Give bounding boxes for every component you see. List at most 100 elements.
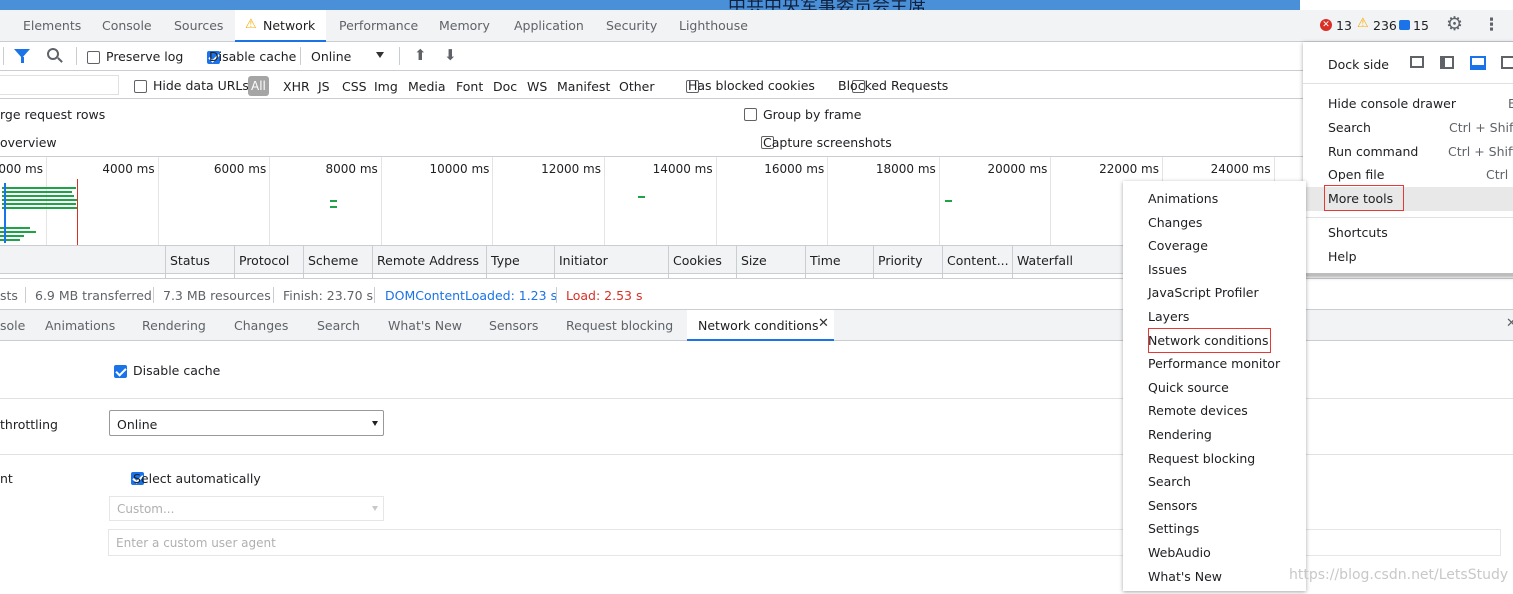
tab-memory[interactable]: Memory [439, 18, 490, 33]
custom-ua-select[interactable]: Custom... [109, 496, 384, 521]
throttle-select[interactable]: Online [311, 49, 351, 64]
column-separator[interactable] [668, 246, 669, 278]
download-icon[interactable]: ⬇ [444, 46, 457, 64]
column-header[interactable]: Initiator [559, 253, 608, 268]
menu-hide-console-drawer[interactable]: Hide console drawer E [1303, 92, 1513, 116]
type-filter-other[interactable]: Other [619, 79, 655, 94]
more-tools-item[interactable]: Changes [1123, 211, 1306, 235]
menu-run-command[interactable]: Run command Ctrl + Shift + [1303, 140, 1513, 164]
type-filter-doc[interactable]: Doc [493, 79, 517, 94]
more-tools-item[interactable]: Coverage [1123, 234, 1306, 258]
drawer-tab-network-conditions[interactable]: Network conditions ✕ [687, 310, 834, 341]
tab-lighthouse[interactable]: Lighthouse [679, 18, 748, 33]
large-rows-label[interactable]: rge request rows [0, 107, 105, 122]
more-tools-item[interactable]: Settings [1123, 517, 1306, 541]
drawer-tab-changes[interactable]: Changes [234, 318, 288, 333]
more-tools-item[interactable]: Performance monitor [1123, 352, 1306, 376]
column-separator[interactable] [486, 246, 487, 278]
menu-shortcuts[interactable]: Shortcuts [1303, 221, 1513, 245]
more-tools-item[interactable]: What's New [1123, 565, 1306, 589]
column-separator[interactable] [372, 246, 373, 278]
drawer-tab-whats-new[interactable]: What's New [388, 318, 462, 333]
column-header[interactable]: Status [170, 253, 210, 268]
column-header[interactable]: Protocol [239, 253, 289, 268]
type-filter-font[interactable]: Font [456, 79, 483, 94]
type-filter-js[interactable]: JS [318, 79, 330, 94]
more-tools-item[interactable]: JavaScript Profiler [1123, 281, 1306, 305]
throttling-select[interactable]: Online [109, 410, 384, 436]
kebab-menu-icon[interactable]: ⋮ [1483, 15, 1500, 35]
more-tools-item[interactable]: Sensors [1123, 494, 1306, 518]
type-filter-manifest[interactable]: Manifest [557, 79, 610, 94]
preserve-log-checkbox[interactable] [87, 51, 100, 64]
column-separator[interactable] [736, 246, 737, 278]
watermark: https://blog.csdn.net/LetsStudy [1289, 567, 1509, 583]
gear-icon[interactable]: ⚙ [1446, 13, 1463, 35]
dock-right-icon[interactable] [1501, 56, 1513, 69]
column-separator[interactable] [805, 246, 806, 278]
column-header[interactable]: Scheme [308, 253, 358, 268]
error-icon[interactable]: ✕ [1320, 19, 1332, 31]
type-filter-media[interactable]: Media [408, 79, 446, 94]
drawer-tab-sensors[interactable]: Sensors [489, 318, 538, 333]
tab-sources[interactable]: Sources [174, 18, 223, 33]
type-filter-img[interactable]: Img [374, 79, 398, 94]
more-tools-item[interactable]: Quick source [1123, 376, 1306, 400]
dock-bottom-icon[interactable] [1470, 56, 1486, 70]
column-header[interactable]: Cookies [673, 253, 722, 268]
column-header[interactable]: Time [810, 253, 841, 268]
tab-elements[interactable]: Elements [23, 18, 81, 33]
tab-network[interactable]: ⚠ Network [235, 10, 326, 42]
type-filter-css[interactable]: CSS [342, 79, 367, 94]
tab-application[interactable]: Application [514, 18, 584, 33]
drawer-tab-rendering[interactable]: Rendering [142, 318, 206, 333]
type-filter-ws[interactable]: WS [527, 79, 547, 94]
column-header[interactable]: Waterfall [1017, 253, 1073, 268]
drawer-tab-search[interactable]: Search [317, 318, 360, 333]
type-filter-xhr[interactable]: XHR [283, 79, 310, 94]
timeline-gridline [1050, 157, 1052, 245]
timeline-marker [4, 183, 6, 243]
column-separator[interactable] [165, 246, 166, 278]
column-header[interactable]: Content... [947, 253, 1009, 268]
tab-console[interactable]: Console [102, 18, 152, 33]
more-tools-item[interactable]: Search [1123, 470, 1306, 494]
column-header[interactable]: Remote Address [377, 253, 479, 268]
more-tools-item[interactable]: Layers [1123, 305, 1306, 329]
column-separator[interactable] [234, 246, 235, 278]
close-icon[interactable]: ✕ [818, 316, 829, 331]
filter-input[interactable] [0, 75, 119, 95]
more-tools-item[interactable]: Remote devices [1123, 399, 1306, 423]
group-by-frame-checkbox[interactable] [744, 108, 757, 121]
drawer-tab-console[interactable]: sole [0, 318, 25, 333]
menu-help[interactable]: Help [1303, 245, 1513, 269]
type-filter-all[interactable]: All [248, 76, 269, 96]
dock-left-icon[interactable] [1440, 56, 1454, 69]
column-separator[interactable] [942, 246, 943, 278]
more-tools-item[interactable]: Request blocking [1123, 447, 1306, 471]
more-tools-item[interactable]: Rendering [1123, 423, 1306, 447]
more-tools-item[interactable]: Animations [1123, 187, 1306, 211]
overview-label[interactable]: overview [0, 135, 57, 150]
more-tools-item[interactable]: Issues [1123, 258, 1306, 282]
hide-data-urls-checkbox[interactable] [134, 80, 147, 93]
tab-performance[interactable]: Performance [339, 18, 418, 33]
undock-icon[interactable] [1410, 56, 1424, 68]
main-menu: Dock side Hide console drawer E Search C… [1303, 42, 1513, 276]
nc-disable-cache-checkbox[interactable] [114, 365, 127, 378]
column-header[interactable]: Priority [878, 253, 923, 268]
menu-open-file[interactable]: Open file Ctrl + [1303, 163, 1513, 187]
upload-icon[interactable]: ⬆ [414, 46, 427, 64]
column-header[interactable]: Size [741, 253, 767, 268]
tab-security[interactable]: Security [606, 18, 657, 33]
column-separator[interactable] [554, 246, 555, 278]
column-header[interactable]: Type [491, 253, 520, 268]
column-separator[interactable] [873, 246, 874, 278]
menu-search[interactable]: Search Ctrl + Shift - [1303, 116, 1513, 140]
column-separator[interactable] [1012, 246, 1013, 278]
close-drawer-icon[interactable]: ✕ [1506, 316, 1513, 331]
more-tools-item[interactable]: WebAudio [1123, 541, 1306, 565]
drawer-tab-request-blocking[interactable]: Request blocking [566, 318, 673, 333]
drawer-tab-animations[interactable]: Animations [45, 318, 115, 333]
column-separator[interactable] [303, 246, 304, 278]
